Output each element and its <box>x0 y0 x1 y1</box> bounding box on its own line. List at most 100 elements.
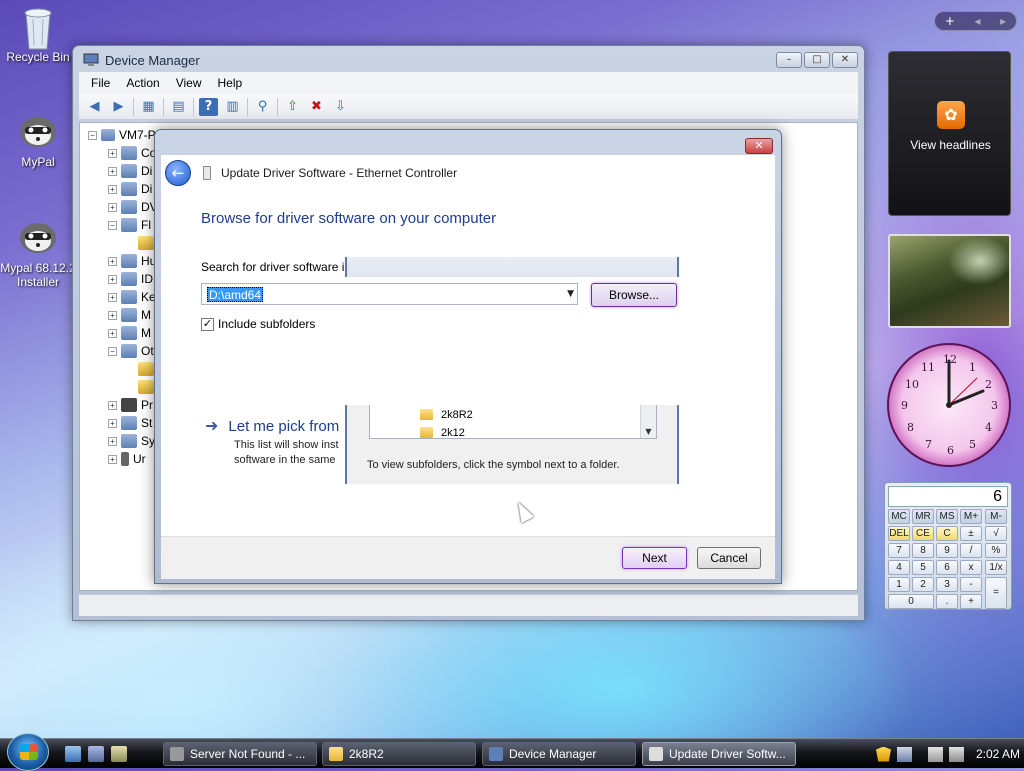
collapse-icon[interactable]: − <box>108 346 117 356</box>
tree-item[interactable]: − Ot <box>108 342 154 360</box>
calculator-key[interactable]: 1/x <box>985 560 1007 575</box>
tree-item[interactable]: + ID <box>108 270 153 288</box>
calculator-key[interactable]: 6 <box>936 560 958 575</box>
calculator-key[interactable]: 7 <box>888 543 910 558</box>
taskbar-item-update-driver[interactable]: Update Driver Softw... <box>642 742 796 766</box>
expand-icon[interactable]: + <box>108 400 117 410</box>
maximize-button[interactable]: □ <box>804 52 830 68</box>
calculator-key[interactable]: = <box>985 577 1007 609</box>
folder-item[interactable]: 2k8R2 <box>420 406 473 423</box>
calculator-key[interactable]: 3 <box>936 577 958 592</box>
calculator-key[interactable]: 5 <box>912 560 934 575</box>
previous-page-button[interactable]: ◂ <box>975 14 981 28</box>
uninstall-icon[interactable]: ✖ <box>307 98 326 116</box>
security-shield-icon[interactable] <box>876 746 891 762</box>
tree-item[interactable]: + Di <box>108 180 152 198</box>
include-subfolders-option[interactable]: ✓ Include subfolders <box>201 317 315 331</box>
collapse-icon[interactable]: − <box>88 130 97 140</box>
menu-file[interactable]: File <box>83 76 118 90</box>
scan-hardware-icon[interactable]: ⚲ <box>253 98 272 116</box>
include-subfolders-label[interactable]: Include subfolders <box>218 317 315 331</box>
properties-icon[interactable]: ▤ <box>169 98 188 116</box>
calculator-key[interactable]: MR <box>912 509 934 524</box>
taskbar-clock[interactable]: 2:02 AM <box>976 747 1020 761</box>
folder-item[interactable]: 2k12 <box>420 424 465 438</box>
expand-icon[interactable]: + <box>108 274 117 284</box>
help-icon[interactable]: ? <box>199 97 218 116</box>
taskbar-item-browser[interactable]: Server Not Found - ... <box>163 742 317 766</box>
expand-icon[interactable]: + <box>108 202 117 212</box>
tree-item[interactable]: + Hu <box>108 252 156 270</box>
calculator-key[interactable]: MS <box>936 509 958 524</box>
tree-item[interactable]: + Co <box>108 144 156 162</box>
calculator-key[interactable]: √ <box>985 526 1007 541</box>
calculator-key[interactable]: + <box>960 594 982 609</box>
tree-item[interactable]: + Di <box>108 162 152 180</box>
taskbar-item-folder[interactable]: 2k8R2 <box>322 742 476 766</box>
view-headlines-link[interactable]: View headlines <box>889 138 1012 152</box>
driver-path-value[interactable]: D:\amd64 <box>207 287 264 302</box>
tree-item[interactable]: + St <box>108 414 152 432</box>
back-arrow-icon[interactable]: ◀ <box>85 98 104 116</box>
pick-from-list-link[interactable]: ➜ Let me pick from <box>205 416 339 435</box>
calculator-key[interactable]: / <box>960 543 982 558</box>
tree-item[interactable]: + DV <box>108 198 158 216</box>
calculator-key[interactable]: 0 <box>888 594 934 609</box>
forward-arrow-icon[interactable]: ▶ <box>109 98 128 116</box>
menu-help[interactable]: Help <box>210 76 251 90</box>
expand-icon[interactable]: + <box>108 328 117 338</box>
calculator-key[interactable]: CE <box>912 526 934 541</box>
desktop-icon-mypal[interactable]: MyPal <box>0 108 76 169</box>
tree-item[interactable]: − Fl <box>108 216 151 234</box>
next-button[interactable]: Next <box>622 547 687 569</box>
chevron-down-icon[interactable]: ▼ <box>567 289 574 299</box>
expand-icon[interactable]: + <box>108 166 117 176</box>
feed-headlines-gadget[interactable]: ✿ View headlines <box>888 51 1011 216</box>
back-arrow-icon[interactable]: ← <box>165 159 191 186</box>
title-bar[interactable]: Device Manager <box>73 46 864 74</box>
network-icon[interactable] <box>897 746 912 762</box>
calculator-key[interactable]: 1 <box>888 577 910 592</box>
tree-root[interactable]: − VM7-P <box>88 126 156 144</box>
calculator-key[interactable]: ± <box>960 526 982 541</box>
volume-icon[interactable] <box>949 746 964 762</box>
desktop-icon-recycle-bin[interactable]: Recycle Bin <box>0 3 76 64</box>
console-tree-icon[interactable]: ▦ <box>139 98 158 116</box>
cancel-button[interactable]: Cancel <box>697 547 761 569</box>
calculator-key[interactable]: - <box>960 577 982 592</box>
network-disconnected-icon[interactable] <box>928 746 943 762</box>
next-page-button[interactable]: ▸ <box>1000 14 1006 28</box>
tree-item[interactable]: + M <box>108 306 151 324</box>
calculator-key[interactable]: M+ <box>960 509 982 524</box>
expand-icon[interactable]: + <box>108 148 117 158</box>
close-button[interactable]: ✕ <box>832 52 858 68</box>
calculator-key[interactable]: 2 <box>912 577 934 592</box>
calculator-key[interactable]: % <box>985 543 1007 558</box>
desktop-icon-mypal-installer[interactable]: Mypal 68.12.2 Installer <box>0 214 76 289</box>
calculator-key[interactable]: x <box>960 560 982 575</box>
calculator-key[interactable]: M- <box>985 509 1007 524</box>
start-button[interactable] <box>7 733 49 771</box>
tree-item[interactable]: + Ur <box>108 450 146 468</box>
dialog-close-button[interactable]: ✕ <box>745 138 773 154</box>
calculator-key[interactable]: C <box>936 526 958 541</box>
taskbar-item-device-manager[interactable]: Device Manager <box>482 742 636 766</box>
disable-device-icon[interactable]: ⇩ <box>331 98 350 116</box>
expand-icon[interactable]: + <box>108 256 117 266</box>
expand-icon[interactable]: + <box>108 184 117 194</box>
calculator-key[interactable]: 9 <box>936 543 958 558</box>
calculator-key[interactable]: . <box>936 594 958 609</box>
tree-item[interactable]: + Pr <box>108 396 153 414</box>
include-subfolders-checkbox[interactable]: ✓ <box>201 317 214 331</box>
calculator-key[interactable]: DEL <box>888 526 910 541</box>
driver-path-combobox[interactable]: D:\amd64 ▼ <box>201 283 578 305</box>
update-driver-icon[interactable]: ⇧ <box>283 98 302 116</box>
menu-action[interactable]: Action <box>118 76 167 90</box>
tree-item[interactable]: + Sy <box>108 432 155 450</box>
scrollbar[interactable]: ▼ <box>640 405 656 438</box>
tree-item[interactable]: + M <box>108 324 151 342</box>
pick-from-list-title[interactable]: Let me pick from <box>228 418 339 435</box>
menu-view[interactable]: View <box>168 76 210 90</box>
switch-windows-icon[interactable] <box>88 746 104 762</box>
calculator-key[interactable]: MC <box>888 509 910 524</box>
